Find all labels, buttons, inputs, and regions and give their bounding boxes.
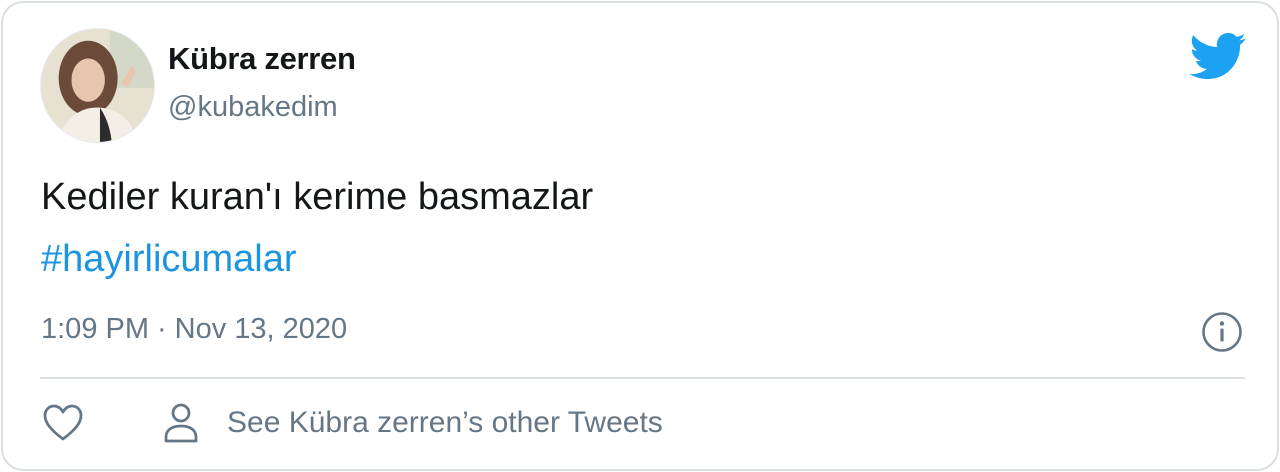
tweet-date: Nov 13, 2020 [174, 313, 348, 345]
tweet-text: Kediler kuran'ı kerime basmazlar [41, 176, 594, 218]
avatar[interactable] [40, 28, 155, 143]
meta-separator: · [157, 313, 167, 345]
twitter-bird-icon[interactable] [1189, 33, 1247, 81]
tweet-card: Kübra zerren @kubakedim Kediler kuran'ı … [1, 1, 1279, 471]
avatar-image [41, 29, 154, 142]
heart-icon[interactable] [41, 401, 85, 445]
author-display-name[interactable]: Kübra zerren [168, 41, 356, 77]
tweet-timestamp[interactable]: 1:09 PM · Nov 13, 2020 [41, 309, 347, 349]
divider [40, 377, 1245, 379]
hashtag-link[interactable]: #hayirlicumalar [41, 235, 297, 283]
see-other-tweets-link[interactable]: See Kübra zerren’s other Tweets [161, 401, 663, 445]
tweet-time: 1:09 PM [41, 313, 149, 345]
info-icon[interactable] [1201, 311, 1243, 353]
author-handle[interactable]: @kubakedim [168, 91, 338, 124]
see-other-tweets-label: See Kübra zerren’s other Tweets [227, 406, 663, 439]
person-icon [164, 403, 198, 443]
